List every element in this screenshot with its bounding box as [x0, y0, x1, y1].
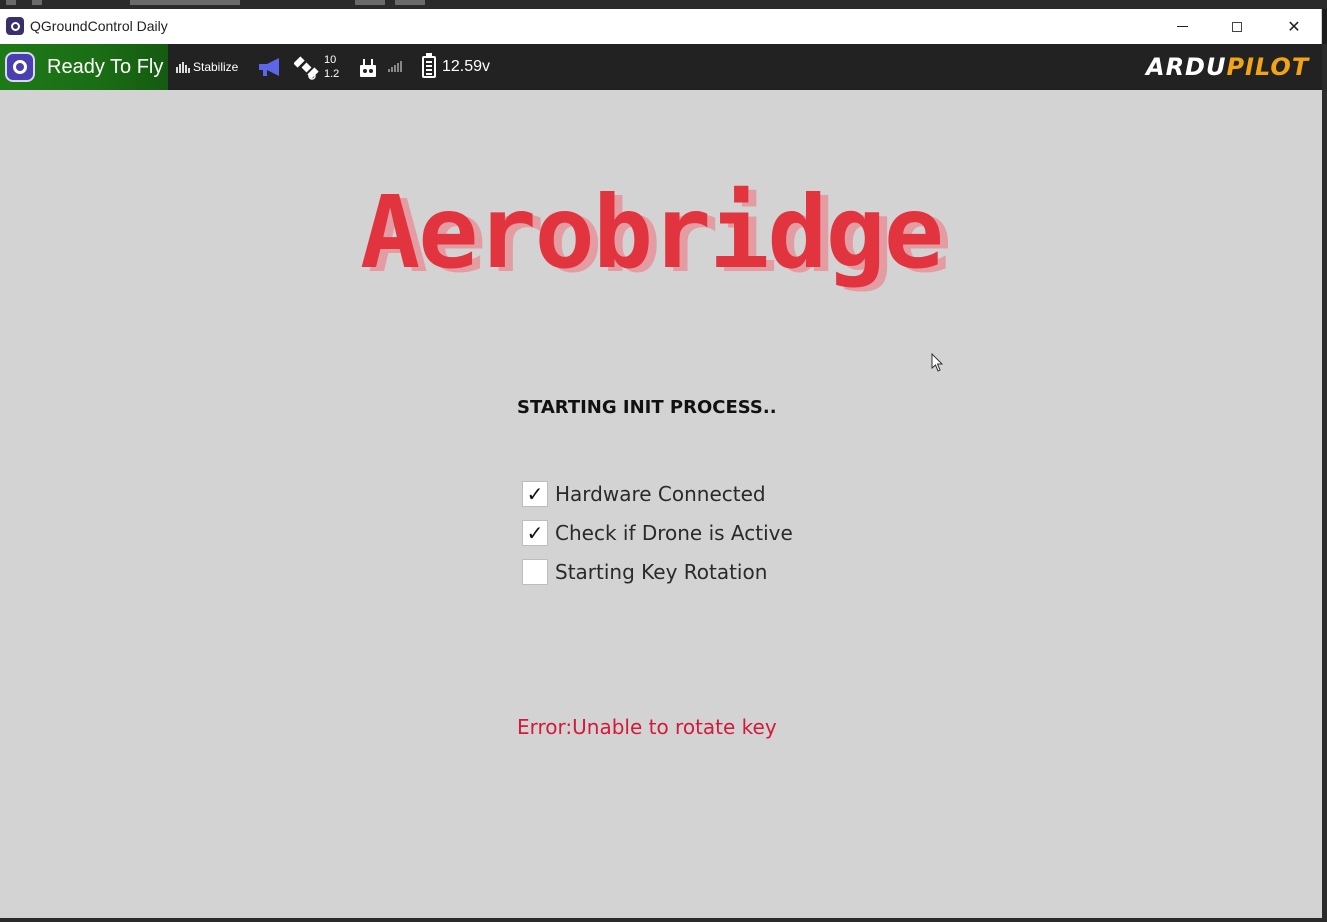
os-strip-mark [130, 0, 240, 5]
checklist-item: ✓ Hardware Connected [522, 481, 766, 507]
gps-satellite-icon[interactable] [294, 55, 320, 81]
vehicle-status-indicator[interactable]: Ready To Fly [0, 44, 168, 90]
checklist-item: Starting Key Rotation [522, 559, 767, 585]
window-border [1322, 44, 1327, 922]
checklist-label: Check if Drone is Active [555, 521, 793, 545]
main-content: Aerobridge STARTING INIT PROCESS.. ✓ Har… [0, 90, 1322, 918]
vehicle-status-text: Ready To Fly [47, 56, 164, 78]
os-strip-mark [32, 0, 42, 5]
megaphone-icon[interactable] [257, 56, 285, 78]
battery-icon[interactable] [422, 53, 436, 78]
checkbox[interactable]: ✓ [522, 520, 548, 546]
close-icon: ✕ [1287, 18, 1301, 36]
os-taskbar-strip [0, 0, 1327, 9]
qgc-toolbar: Ready To Fly Stabilize 10 1.2 12.59v ARD… [0, 44, 1322, 90]
ardupilot-logo: ARDUPILOT [1146, 53, 1310, 81]
window-titlebar[interactable]: QGroundControl Daily ✕ [0, 9, 1322, 44]
maximize-button[interactable] [1209, 9, 1265, 44]
flight-mode-selector[interactable]: Stabilize [176, 60, 238, 74]
gps-readout: 10 1.2 [324, 53, 339, 81]
minimize-button[interactable] [1154, 9, 1210, 44]
os-strip-mark [355, 0, 385, 5]
os-strip-mark [6, 0, 16, 5]
window-title: QGroundControl Daily [30, 18, 168, 34]
minimize-icon [1176, 26, 1188, 27]
os-strip-mark [395, 0, 425, 5]
stabilize-mode-icon [176, 61, 190, 73]
rc-controller-icon[interactable] [358, 57, 378, 79]
error-message: Error:Unable to rotate key [517, 715, 777, 739]
app-icon [6, 17, 24, 35]
checklist-item: ✓ Check if Drone is Active [522, 520, 793, 546]
checklist-label: Hardware Connected [555, 482, 766, 506]
maximize-icon [1232, 21, 1242, 32]
checklist-label: Starting Key Rotation [555, 560, 768, 584]
mouse-cursor-icon [931, 353, 944, 372]
battery-voltage: 12.59v [442, 58, 491, 75]
brand-title: Aerobridge [360, 174, 944, 291]
checkmark-icon: ✓ [526, 482, 544, 506]
close-button[interactable]: ✕ [1266, 9, 1322, 44]
signal-strength-icon [388, 60, 402, 72]
checkmark-icon: ✓ [526, 521, 544, 545]
gps-satellite-count: 10 [324, 54, 337, 66]
status-title: STARTING INIT PROCESS.. [517, 397, 777, 418]
checkbox[interactable] [522, 559, 548, 585]
flight-mode-label: Stabilize [193, 60, 239, 74]
qgc-logo-icon[interactable] [5, 52, 35, 82]
gps-hdop: 1.2 [324, 68, 340, 80]
bottom-strip [0, 918, 1327, 922]
checkbox[interactable]: ✓ [522, 481, 548, 507]
